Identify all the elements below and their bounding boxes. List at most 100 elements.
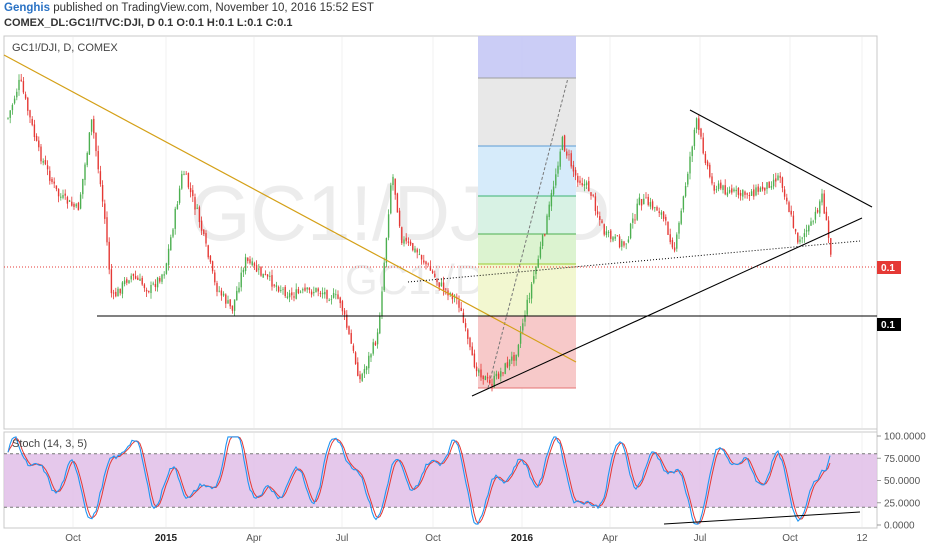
stoch-legend[interactable]: Stoch (14, 3, 5) <box>12 438 87 450</box>
candle-body <box>431 270 434 274</box>
candle-body <box>51 178 53 183</box>
candle-body <box>24 94 27 99</box>
x-tick-label: 12 <box>856 533 868 544</box>
candle-body <box>255 265 258 272</box>
candle-body <box>352 345 355 351</box>
candle-body <box>715 189 718 191</box>
candle-body <box>178 188 181 203</box>
x-tick-label: 2016 <box>511 533 534 544</box>
candle-body <box>722 185 724 190</box>
candle-body <box>621 240 623 247</box>
candle-body <box>332 293 335 298</box>
candle-body <box>689 156 691 174</box>
fib-zone-3 <box>478 196 576 234</box>
candle-body <box>794 229 797 232</box>
candle-body <box>816 209 819 213</box>
candle-body <box>658 211 660 213</box>
candle-body <box>383 262 385 291</box>
candle-body <box>387 214 390 238</box>
candle-body <box>394 178 396 195</box>
candle-body <box>247 257 249 261</box>
candle-body <box>799 239 801 242</box>
candle-body <box>482 375 484 380</box>
candle-body <box>830 238 832 255</box>
candle-body <box>108 241 110 270</box>
candle-body <box>390 185 392 214</box>
candle-body <box>189 188 192 193</box>
candle-body <box>16 91 18 98</box>
x-tick-label: Oct <box>425 533 441 544</box>
candle-body <box>506 362 509 368</box>
candle-body <box>359 374 361 380</box>
candle-body <box>132 273 135 276</box>
candle-body <box>159 278 161 282</box>
candle-body <box>742 189 744 197</box>
candle-body <box>425 261 427 265</box>
candle-body <box>156 277 159 288</box>
x-tick-label: 2015 <box>155 533 178 544</box>
candle-body <box>458 300 460 308</box>
candle-body <box>348 326 350 334</box>
candle-body <box>511 356 513 361</box>
candle-body <box>788 202 790 213</box>
candle-body <box>231 305 234 311</box>
x-tick-label: Oct <box>65 533 81 544</box>
candle-body <box>207 245 209 258</box>
candle-body <box>462 312 465 323</box>
candle-body <box>579 180 581 183</box>
candle-body <box>625 243 627 245</box>
candle-body <box>823 193 825 214</box>
candle-body <box>775 178 777 182</box>
candle-body <box>614 236 616 239</box>
candle-body <box>720 182 722 189</box>
candle-body <box>7 117 9 119</box>
candle-body <box>704 153 707 163</box>
candle-body <box>101 185 104 202</box>
candle-body <box>673 247 676 251</box>
candle-body <box>627 239 630 243</box>
candle-body <box>500 371 502 377</box>
candle-body <box>73 203 75 207</box>
candle-body <box>242 269 245 273</box>
candle-body <box>561 136 564 150</box>
candle-body <box>517 344 520 356</box>
candle-body <box>550 193 553 207</box>
candle-body <box>104 203 106 219</box>
x-tick-label: Apr <box>246 533 262 544</box>
symbol-legend[interactable]: GC1!/DJI, D, COMEX <box>12 42 118 54</box>
candle-body <box>315 287 317 293</box>
candle-body <box>810 221 812 226</box>
candle-body <box>313 292 315 294</box>
candle-body <box>469 337 471 348</box>
candle-body <box>568 154 570 156</box>
candle-body <box>504 363 506 374</box>
candle-body <box>13 98 16 104</box>
candle-body <box>592 194 594 196</box>
candle-body <box>423 260 425 263</box>
candle-body <box>306 287 308 290</box>
candle-body <box>227 300 229 304</box>
candle-body <box>603 224 605 235</box>
candle-body <box>700 128 702 137</box>
candle-body <box>761 186 764 190</box>
candle-body <box>299 291 302 293</box>
candle-body <box>583 183 586 186</box>
candle-body <box>746 193 748 195</box>
candle-body <box>376 332 379 345</box>
candle-body <box>361 373 363 381</box>
candle-body <box>396 193 399 213</box>
candle-body <box>288 293 291 298</box>
candle-body <box>326 290 328 299</box>
candle-body <box>473 353 476 368</box>
candle-body <box>759 187 762 192</box>
candle-body <box>330 298 333 300</box>
candle-body <box>44 160 47 165</box>
candle-body <box>165 263 168 274</box>
candle-body <box>662 211 665 219</box>
candle-body <box>220 290 223 296</box>
candle-body <box>409 241 412 245</box>
candle-body <box>764 187 766 191</box>
candle-body <box>172 229 174 237</box>
candle-body <box>27 97 29 111</box>
candle-body <box>260 266 262 276</box>
